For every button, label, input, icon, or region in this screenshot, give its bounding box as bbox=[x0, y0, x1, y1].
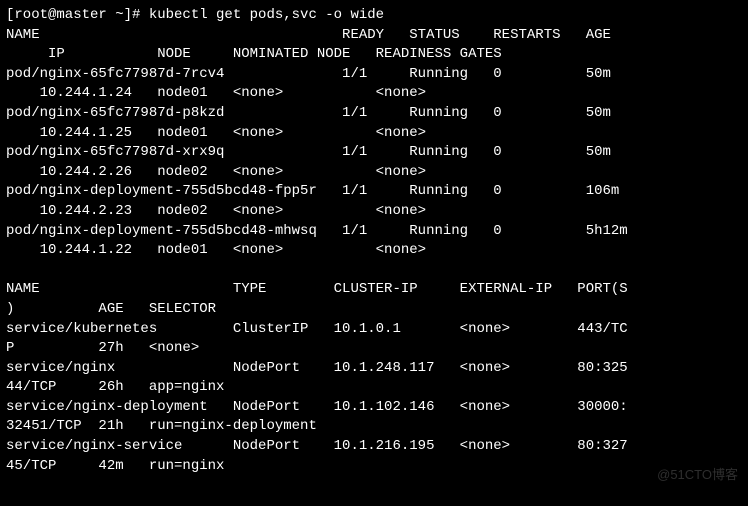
pod-row: 10.244.1.25 node01 <none> <none> bbox=[6, 125, 426, 141]
svc-row: 44/TCP 26h app=nginx bbox=[6, 379, 224, 395]
pod-header-row-1: NAME READY STATUS RESTARTS AGE bbox=[6, 27, 611, 43]
terminal-output: [root@master ~]# kubectl get pods,svc -o… bbox=[0, 0, 748, 480]
pod-row: 10.244.2.26 node02 <none> <none> bbox=[6, 164, 426, 180]
pod-row: pod/nginx-deployment-755d5bcd48-fpp5r 1/… bbox=[6, 183, 619, 199]
pod-row: pod/nginx-65fc77987d-7rcv4 1/1 Running 0… bbox=[6, 66, 611, 82]
svc-row: 32451/TCP 21h run=nginx-deployment bbox=[6, 418, 317, 434]
pod-row: 10.244.1.24 node01 <none> <none> bbox=[6, 85, 426, 101]
shell-prompt: [root@master ~]# kubectl get pods,svc -o… bbox=[6, 7, 384, 23]
watermark-text: @51CTO博客 bbox=[657, 466, 738, 484]
svc-row: service/nginx NodePort 10.1.248.117 <non… bbox=[6, 360, 628, 376]
svc-row: P 27h <none> bbox=[6, 340, 199, 356]
svc-row: service/nginx-deployment NodePort 10.1.1… bbox=[6, 399, 628, 415]
svc-header-row-1: NAME TYPE CLUSTER-IP EXTERNAL-IP PORT(S bbox=[6, 281, 628, 297]
pod-row: pod/nginx-deployment-755d5bcd48-mhwsq 1/… bbox=[6, 223, 628, 239]
pod-row: pod/nginx-65fc77987d-p8kzd 1/1 Running 0… bbox=[6, 105, 611, 121]
svc-row: 45/TCP 42m run=nginx bbox=[6, 458, 224, 474]
pod-row: 10.244.2.23 node02 <none> <none> bbox=[6, 203, 426, 219]
pod-row: 10.244.1.22 node01 <none> <none> bbox=[6, 242, 426, 258]
svc-header-row-2: ) AGE SELECTOR bbox=[6, 301, 216, 317]
pod-header-row-2: IP NODE NOMINATED NODE READINESS GATES bbox=[6, 46, 502, 62]
svc-row: service/nginx-service NodePort 10.1.216.… bbox=[6, 438, 628, 454]
pod-row: pod/nginx-65fc77987d-xrx9q 1/1 Running 0… bbox=[6, 144, 611, 160]
svc-row: service/kubernetes ClusterIP 10.1.0.1 <n… bbox=[6, 321, 628, 337]
